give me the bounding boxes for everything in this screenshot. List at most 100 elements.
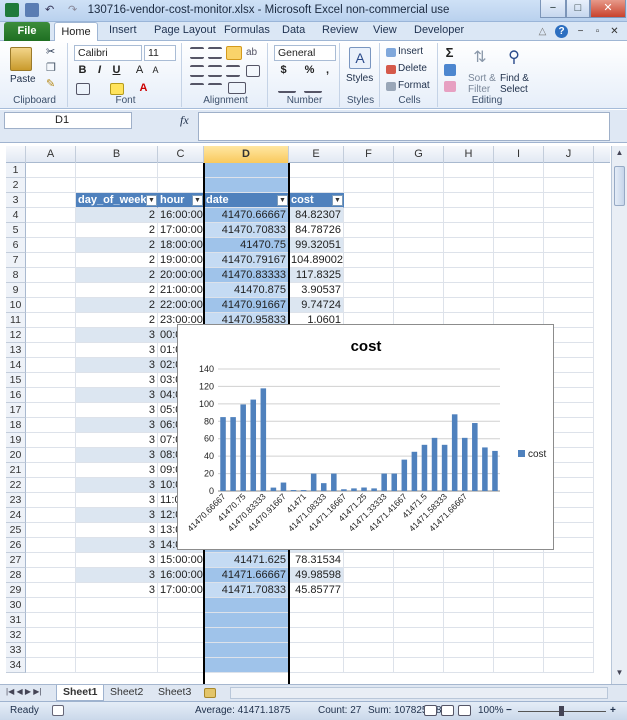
filter-dropdown-icon[interactable]: ▼ [192, 195, 203, 206]
tab-home[interactable]: Home [54, 22, 98, 42]
cell[interactable] [444, 613, 494, 628]
cell[interactable] [26, 163, 76, 178]
cell[interactable] [444, 178, 494, 193]
cell[interactable] [158, 628, 204, 643]
cell[interactable] [494, 178, 544, 193]
row-header[interactable]: 12 [6, 328, 26, 343]
row-header[interactable]: 27 [6, 553, 26, 568]
align-middle-icon[interactable] [208, 47, 222, 59]
table-cell[interactable]: 22:00:00 [158, 298, 204, 313]
row-header[interactable]: 31 [6, 613, 26, 628]
wrap-text-icon[interactable] [246, 65, 260, 77]
table-cell[interactable]: 78.31534 [289, 553, 344, 568]
cell[interactable] [444, 268, 494, 283]
cell[interactable] [344, 658, 394, 673]
table-cell[interactable]: 84.82307 [289, 208, 344, 223]
cell[interactable] [26, 268, 76, 283]
table-cell[interactable]: 41470.79167 [204, 253, 289, 268]
row-header[interactable]: 14 [6, 358, 26, 373]
cell[interactable] [494, 298, 544, 313]
row-header[interactable]: 9 [6, 283, 26, 298]
cell[interactable] [444, 553, 494, 568]
cell[interactable] [76, 163, 158, 178]
cell[interactable] [289, 163, 344, 178]
table-cell[interactable]: 41471.66667 [204, 568, 289, 583]
tab-review[interactable]: Review [322, 24, 358, 36]
format-painter-icon[interactable]: ✎ [46, 77, 55, 90]
cell[interactable] [394, 568, 444, 583]
comma-button[interactable]: , [320, 63, 335, 78]
cell[interactable] [76, 628, 158, 643]
cell[interactable] [344, 208, 394, 223]
styles-icon[interactable]: A [349, 47, 371, 69]
formula-input[interactable] [198, 112, 610, 141]
row-header[interactable]: 25 [6, 523, 26, 538]
cell[interactable] [494, 208, 544, 223]
cell[interactable] [26, 373, 76, 388]
cell[interactable] [394, 238, 444, 253]
cell[interactable] [26, 643, 76, 658]
align-left-icon[interactable] [190, 65, 204, 77]
table-cell[interactable]: 3 [76, 448, 158, 463]
row-header[interactable]: 26 [6, 538, 26, 553]
cut-icon[interactable]: ✂ [46, 45, 55, 58]
cell[interactable] [26, 343, 76, 358]
table-cell[interactable]: 3 [76, 478, 158, 493]
cell[interactable] [344, 298, 394, 313]
cell[interactable] [26, 238, 76, 253]
row-header[interactable]: 20 [6, 448, 26, 463]
cell[interactable] [394, 583, 444, 598]
table-cell[interactable]: 2 [76, 298, 158, 313]
cell[interactable] [289, 613, 344, 628]
cell[interactable] [544, 163, 594, 178]
column-header-e[interactable]: E [289, 146, 344, 163]
page-break-view-icon[interactable] [458, 705, 471, 716]
workbook-restore-icon[interactable]: ▫ [591, 25, 604, 38]
cell[interactable] [544, 253, 594, 268]
row-header[interactable]: 3 [6, 193, 26, 208]
sheet-tab-2[interactable]: Sheet2 [104, 685, 149, 701]
table-cell[interactable]: 41470.91667 [204, 298, 289, 313]
cell[interactable] [444, 298, 494, 313]
font-color-icon[interactable]: A [136, 81, 151, 96]
cell[interactable] [494, 598, 544, 613]
cell[interactable] [76, 643, 158, 658]
cell[interactable] [394, 253, 444, 268]
cell[interactable] [444, 253, 494, 268]
help-icon[interactable]: ? [555, 25, 568, 38]
zoom-slider-thumb[interactable] [559, 706, 564, 716]
cell[interactable] [289, 598, 344, 613]
sort-filter-icon[interactable]: ⇅ [470, 47, 490, 69]
cell[interactable] [444, 208, 494, 223]
sort-filter-button-line2[interactable]: Filter [468, 84, 490, 95]
cell[interactable] [394, 163, 444, 178]
close-button[interactable]: ✕ [590, 0, 626, 18]
tab-page-layout[interactable]: Page Layout [154, 24, 216, 36]
cell[interactable] [394, 178, 444, 193]
table-cell[interactable]: 41470.70833 [204, 223, 289, 238]
cell[interactable] [76, 178, 158, 193]
cell[interactable] [494, 268, 544, 283]
cell[interactable] [444, 568, 494, 583]
delete-button[interactable]: Delete [398, 63, 427, 74]
cell[interactable] [544, 613, 594, 628]
row-header[interactable]: 17 [6, 403, 26, 418]
workbook-minimize-icon[interactable]: − [574, 25, 587, 38]
table-cell[interactable]: 2 [76, 283, 158, 298]
table-cell[interactable]: 3 [76, 523, 158, 538]
table-cell[interactable]: 18:00:00 [158, 238, 204, 253]
cell[interactable] [544, 178, 594, 193]
normal-view-icon[interactable] [424, 705, 437, 716]
row-header[interactable]: 11 [6, 313, 26, 328]
align-center-icon[interactable] [208, 65, 222, 77]
cell[interactable] [26, 553, 76, 568]
grow-font-icon[interactable]: A [132, 63, 147, 78]
sheet-nav-icons[interactable]: |◀ ◀ ▶ ▶| [6, 687, 41, 696]
cell[interactable] [544, 208, 594, 223]
number-format-combo[interactable]: General [274, 45, 336, 61]
cell[interactable] [544, 568, 594, 583]
row-header[interactable]: 22 [6, 478, 26, 493]
cell[interactable] [494, 583, 544, 598]
tab-file[interactable]: File [4, 22, 50, 41]
table-cell[interactable]: 3 [76, 343, 158, 358]
